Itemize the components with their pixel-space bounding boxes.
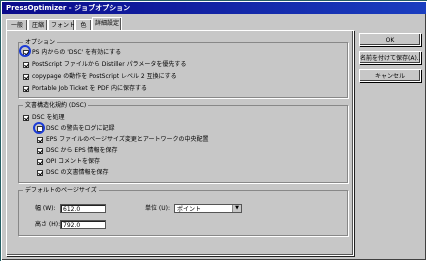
job-options-dialog: PressOptimizer - ジョブオプション 一般 圧縮 フォント 色 詳… — [1, 1, 427, 261]
checkbox-icon[interactable] — [37, 158, 43, 165]
checkbox-icon[interactable] — [23, 73, 29, 80]
tab-color[interactable]: 色 — [75, 19, 92, 30]
page-size-group-label: デフォルトのページサイズ — [23, 186, 99, 195]
option-copypage-level2[interactable]: copypage の動作を PostScript レベル 2 互換にする — [23, 72, 177, 81]
option-label: DSC から EPS 情報を保存 — [46, 147, 118, 154]
option-label: Portable Job Ticket を PDF 内に保存する — [32, 85, 147, 92]
checkbox-icon[interactable] — [23, 61, 29, 68]
dsc-group-label: 文書構造化規約 (DSC) — [23, 101, 89, 110]
option-label: copypage の動作を PostScript レベル 2 互換にする — [32, 73, 177, 80]
unit-select[interactable]: ポイント ▼ — [174, 204, 242, 213]
chevron-down-icon[interactable]: ▼ — [232, 205, 241, 212]
width-label: 幅 (W): — [35, 205, 56, 212]
height-input[interactable]: 792.0 — [60, 220, 106, 229]
unit-label: 単位 (U): — [145, 205, 171, 212]
option-label: PS 内からの 'DSC' を有効にする — [32, 49, 122, 56]
option-label: DSC の警告をログに記録 — [46, 125, 115, 132]
option-resize-eps-center[interactable]: EPS ファイルのページサイズ変更とアートワークの中央配置 — [37, 135, 208, 144]
tab-advanced[interactable]: 詳細設定 — [92, 17, 122, 30]
ok-button[interactable]: OK — [359, 33, 421, 46]
option-preserve-eps-info[interactable]: DSC から EPS 情報を保存 — [37, 146, 118, 155]
option-label: EPS ファイルのページサイズ変更とアートワークの中央配置 — [46, 136, 209, 143]
option-log-dsc-warnings[interactable]: DSC の警告をログに記録 — [37, 124, 115, 133]
option-preserve-doc-info[interactable]: DSC の文書情報を保存 — [37, 168, 109, 177]
checkbox-icon[interactable] — [23, 114, 29, 121]
highlight-ring-marker — [19, 45, 31, 57]
dialog-title: PressOptimizer - ジョブオプション — [2, 2, 426, 14]
option-label: DSC を処理 — [32, 114, 65, 121]
tab-compression[interactable]: 圧縮 — [28, 19, 48, 30]
option-label: PostScript ファイルから Distiller パラメータを優先する — [32, 61, 187, 68]
checkbox-icon[interactable] — [37, 136, 43, 143]
save-as-button[interactable]: 名前を付けて保存(A)... — [359, 51, 421, 64]
option-label: OPI コメントを保存 — [46, 158, 101, 165]
unit-select-value: ポイント — [177, 206, 202, 213]
tab-general[interactable]: 一般 — [6, 19, 28, 30]
advanced-panel: オプション PS 内からの 'DSC' を有効にする PostScript ファ… — [6, 30, 354, 256]
tab-fonts[interactable]: フォント — [48, 19, 75, 30]
checkbox-icon[interactable] — [37, 147, 43, 154]
options-group: オプション PS 内からの 'DSC' を有効にする PostScript ファ… — [18, 38, 348, 98]
highlight-ring-marker — [33, 122, 45, 134]
cancel-button[interactable]: キャンセル — [359, 69, 421, 82]
height-label: 高さ (H): — [35, 221, 61, 228]
option-process-dsc[interactable]: DSC を処理 — [23, 113, 65, 122]
checkbox-icon[interactable] — [23, 85, 29, 92]
checkbox-icon[interactable] — [37, 169, 43, 176]
option-save-job-ticket[interactable]: Portable Job Ticket を PDF 内に保存する — [23, 84, 147, 93]
option-label: DSC の文書情報を保存 — [46, 169, 109, 176]
width-input[interactable]: 612.0 — [60, 204, 106, 213]
option-override-distiller-params[interactable]: PostScript ファイルから Distiller パラメータを優先する — [23, 60, 186, 69]
option-allow-ps-dsc[interactable]: PS 内からの 'DSC' を有効にする — [23, 48, 121, 57]
page-size-group: デフォルトのページサイズ 幅 (W): 612.0 高さ (H): 792.0 … — [18, 186, 348, 236]
dsc-group: 文書構造化規約 (DSC) DSC を処理 DSC の警告をログに記録 EPS … — [18, 101, 348, 183]
option-preserve-opi[interactable]: OPI コメントを保存 — [37, 157, 100, 166]
